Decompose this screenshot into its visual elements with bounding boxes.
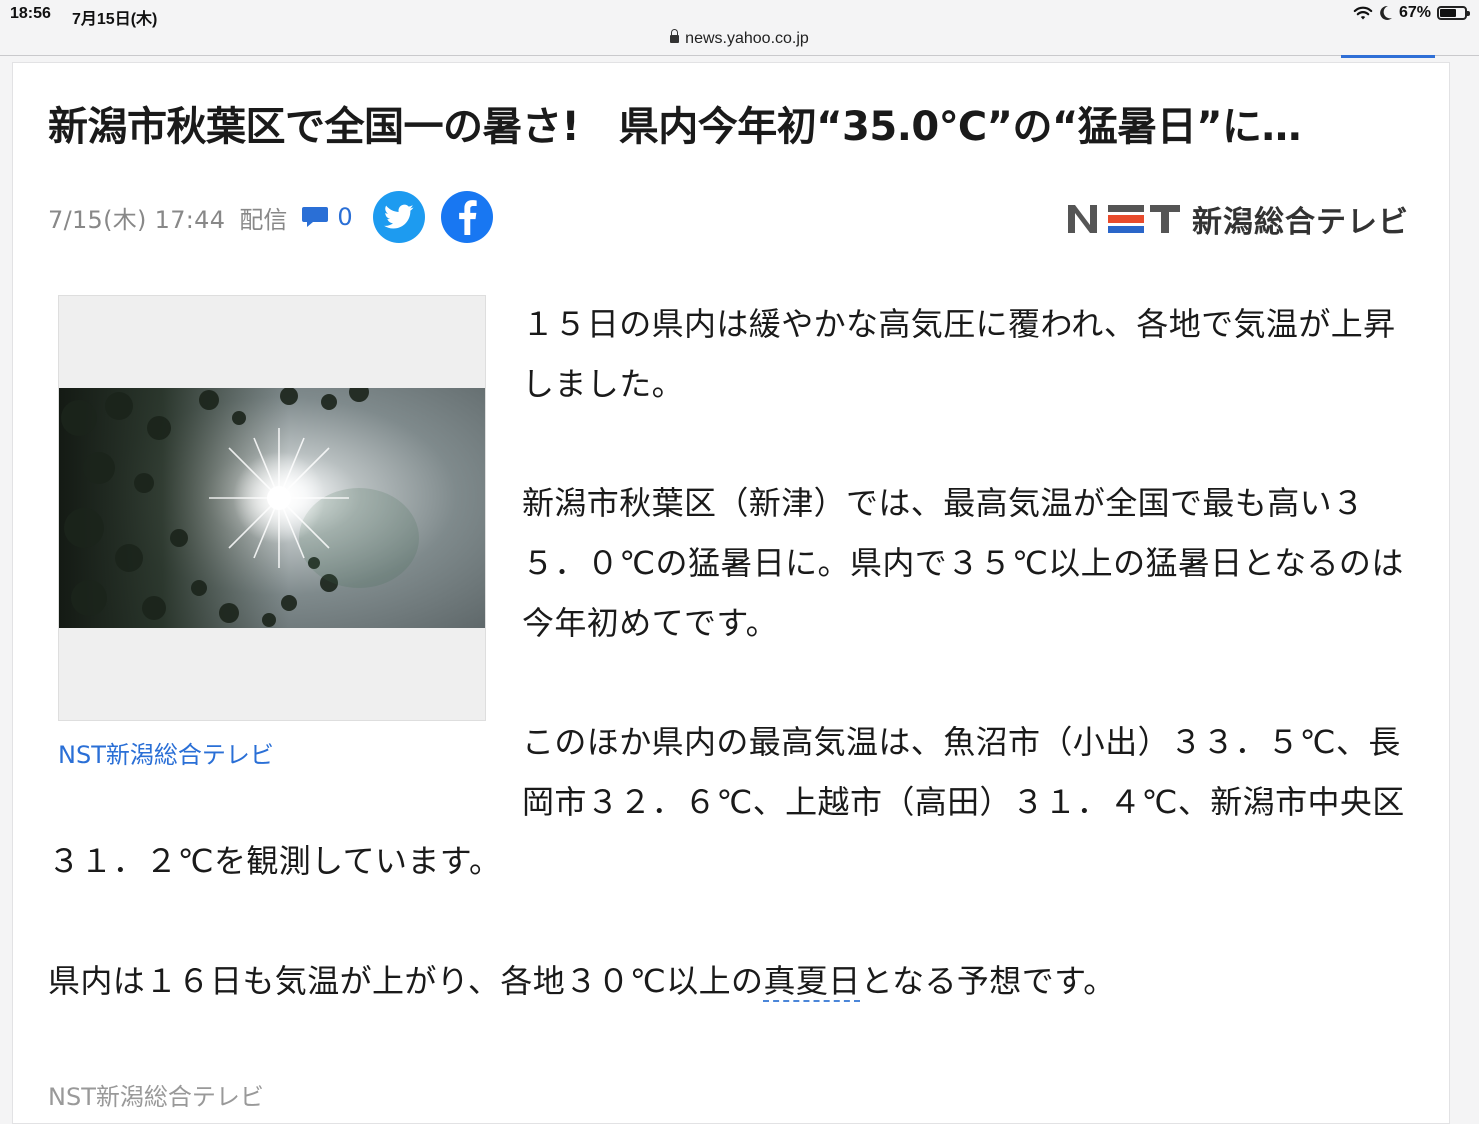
photo-image [59,388,485,628]
comment-button[interactable]: 0 [301,203,353,231]
url-bar[interactable]: news.yahoo.co.jp [0,27,1479,56]
url-text[interactable]: news.yahoo.co.jp [685,30,809,47]
article-figure: NST新潟総合テレビ [58,295,486,775]
publish-label: 配信 [239,205,288,234]
twitter-share-button[interactable] [372,191,425,243]
article-body: NST新潟総合テレビ １５日の県内は緩やかな高気圧に覆われ、各地で気温が上昇しま… [48,295,1410,1071]
publisher-name[interactable]: 新潟総合テレビ [1192,197,1409,241]
battery-percent: 67% [1398,4,1431,21]
comment-count[interactable]: 0 [337,203,352,231]
sun-through-trees-photo[interactable] [59,388,485,628]
paragraph-4-after: となる予想です。 [860,961,1116,1000]
nst-logo-icon [1068,205,1180,233]
wifi-icon [1353,6,1373,20]
status-bar: 18:56 7月15日(木) 67% [0,0,1479,28]
battery-level [1440,9,1457,17]
status-time: 18:56 [10,5,51,22]
photo-caption[interactable]: NST新潟総合テレビ [58,735,486,775]
article-paragraph-4: 県内は１６日も気温が上がり、各地３０℃以上の真夏日となる予想です。 [48,952,1410,1012]
status-right: 67% [1353,4,1470,22]
photo-frame[interactable] [58,295,486,721]
article-title: 新潟市秋葉区で全国一の暑さ! 県内今年初“35.0℃”の“猛暑日”に… [48,104,1302,150]
facebook-f-icon [458,200,477,235]
moon-icon [1380,5,1392,20]
speech-bubble-icon [302,207,329,227]
article-meta: 7/15(木) 17:44 配信 0 [48,191,509,243]
article-card: 新潟市秋葉区で全国一の暑さ! 県内今年初“35.0℃”の“猛暑日”に… 7/15… [12,62,1450,1124]
twitter-bird-icon [383,204,414,229]
glossary-link[interactable]: 真夏日 [763,962,860,1000]
lock-icon [670,29,680,43]
page-load-progress [1341,55,1435,58]
status-date: 7月15日(木) [72,11,158,28]
paragraph-4-before: 県内は１６日も気温が上がり、各地３０℃以上の [48,961,764,1000]
battery-icon [1437,6,1470,20]
facebook-share-button[interactable] [440,191,493,243]
publish-date: 7/15(木) 17:44 [48,205,226,234]
article-source: NST新潟総合テレビ [48,1083,264,1111]
publisher-logo[interactable]: 新潟総合テレビ [1066,201,1409,240]
